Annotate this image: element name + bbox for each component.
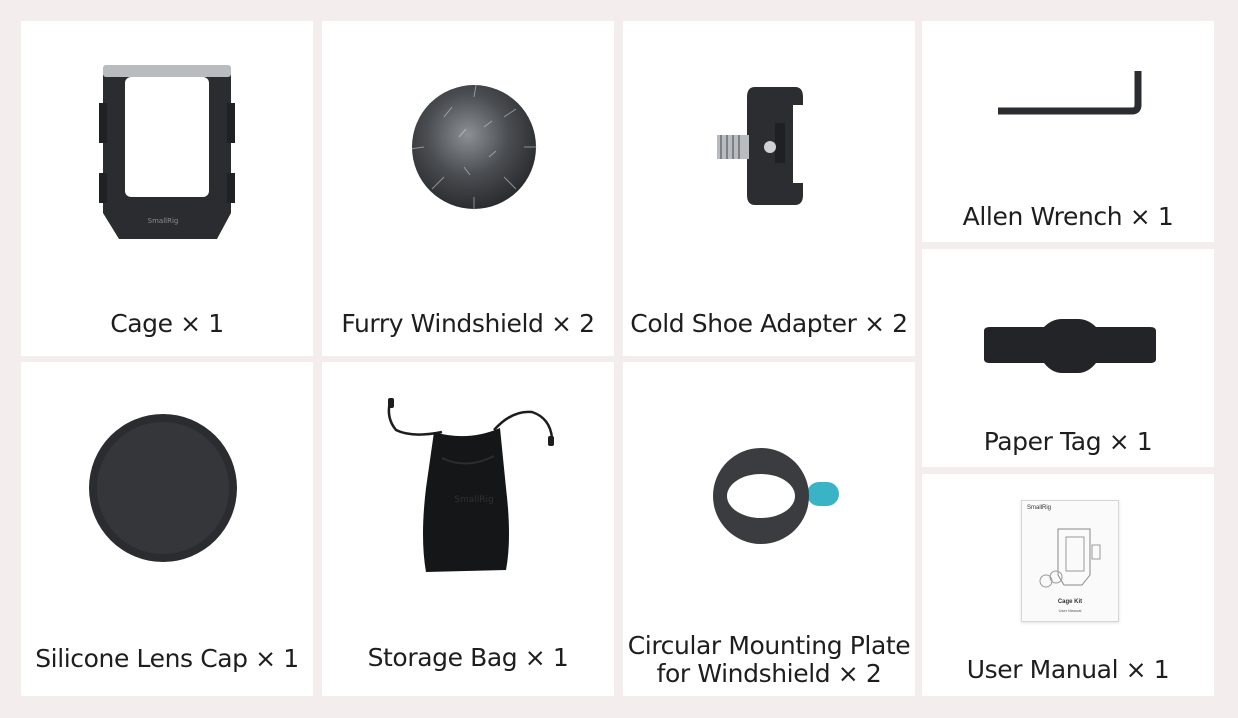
mounting-plate-icon <box>713 448 839 544</box>
item-label-line2: for Windshield × 2 <box>656 659 882 688</box>
paper-tag-icon <box>984 319 1156 373</box>
item-card-cage: SmallRig Cage × 1 <box>21 21 313 356</box>
bag-brand-text: SmallRig <box>454 495 493 505</box>
item-card-circular-mounting-plate: Circular Mounting Plate for Windshield ×… <box>623 362 915 696</box>
user-manual-icon: SmallRig Cage Kit User Manual <box>1021 500 1119 622</box>
cage-brand-text: SmallRig <box>148 217 179 225</box>
item-label: Silicone Lens Cap × 1 <box>35 644 299 673</box>
furry-windshield-icon <box>409 84 538 211</box>
manual-cage-sketch-icon <box>1039 528 1101 588</box>
item-card-furry-windshield: Furry Windshield × 2 <box>322 21 614 356</box>
manual-title: Cage Kit <box>1057 599 1083 605</box>
item-card-silicone-lens-cap: Silicone Lens Cap × 1 <box>21 362 313 696</box>
item-label-line1: Circular Mounting Plate <box>627 631 911 660</box>
cage-icon: SmallRig <box>99 65 235 239</box>
item-label: User Manual × 1 <box>966 655 1170 684</box>
item-label: Cage × 1 <box>110 309 224 338</box>
item-card-allen-wrench: Allen Wrench × 1 <box>922 21 1214 242</box>
storage-bag-icon: SmallRig <box>387 398 554 572</box>
item-card-cold-shoe-adapter: Cold Shoe Adapter × 2 <box>623 21 915 356</box>
item-label: Allen Wrench × 1 <box>962 202 1174 231</box>
item-label: Cold Shoe Adapter × 2 <box>630 309 908 338</box>
item-card-storage-bag: SmallRig Storage Bag × 1 <box>322 362 614 696</box>
item-label: Storage Bag × 1 <box>367 643 569 672</box>
item-card-paper-tag: Paper Tag × 1 <box>922 249 1214 467</box>
manual-brand: SmallRig <box>1027 505 1052 511</box>
allen-wrench-icon <box>998 71 1142 115</box>
item-label: Paper Tag × 1 <box>983 427 1153 456</box>
cold-shoe-adapter-icon <box>717 87 803 205</box>
item-label: Furry Windshield × 2 <box>341 309 595 338</box>
lens-cap-icon <box>89 414 237 562</box>
item-card-user-manual: SmallRig Cage Kit User Manual User Manua… <box>922 474 1214 696</box>
manual-subtitle: User Manual <box>1058 608 1082 613</box>
